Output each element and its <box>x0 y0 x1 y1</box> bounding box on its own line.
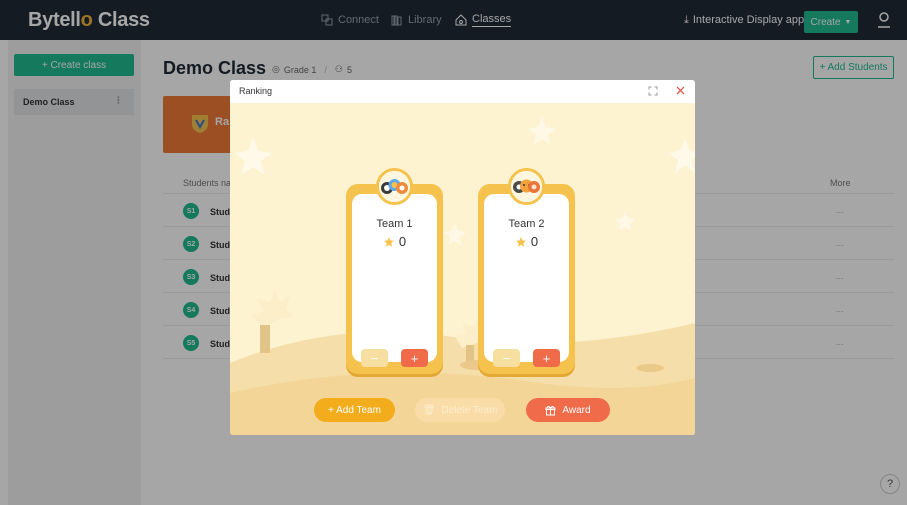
fullscreen-icon[interactable] <box>648 86 658 96</box>
star-icon <box>515 236 526 247</box>
increase-score-button[interactable]: + <box>401 349 428 367</box>
add-team-button[interactable]: + Add Team <box>314 398 395 422</box>
star-icon <box>383 236 394 247</box>
award-button[interactable]: Award <box>526 398 610 422</box>
delete-team-button[interactable]: 🗑 Delete Team <box>415 398 505 422</box>
decrease-score-button[interactable]: − <box>361 349 388 367</box>
team-avatar-icon <box>508 168 545 205</box>
close-icon[interactable] <box>675 85 686 96</box>
modal-title: Ranking <box>239 86 273 96</box>
trash-icon: 🗑 <box>422 404 436 416</box>
team-card: Team 1 0 − + <box>346 168 443 374</box>
increase-score-button[interactable]: + <box>533 349 560 367</box>
team-avatar-icon <box>376 168 413 205</box>
team-card: Team 2 0 − + <box>478 168 575 374</box>
team-score: 0 <box>346 234 443 249</box>
ranking-modal: Ranking Team 1 0 − + Team 2 0 − + + Add … <box>230 80 695 435</box>
ranking-stage: Team 1 0 − + Team 2 0 − + + Add Team 🗑 D… <box>230 103 695 435</box>
award-icon <box>545 405 556 415</box>
decrease-score-button[interactable]: − <box>493 349 520 367</box>
stage-background <box>230 117 695 435</box>
modal-header: Ranking <box>230 80 695 103</box>
team-score: 0 <box>478 234 575 249</box>
team-name: Team 1 <box>376 218 413 230</box>
team-name: Team 2 <box>508 218 545 230</box>
